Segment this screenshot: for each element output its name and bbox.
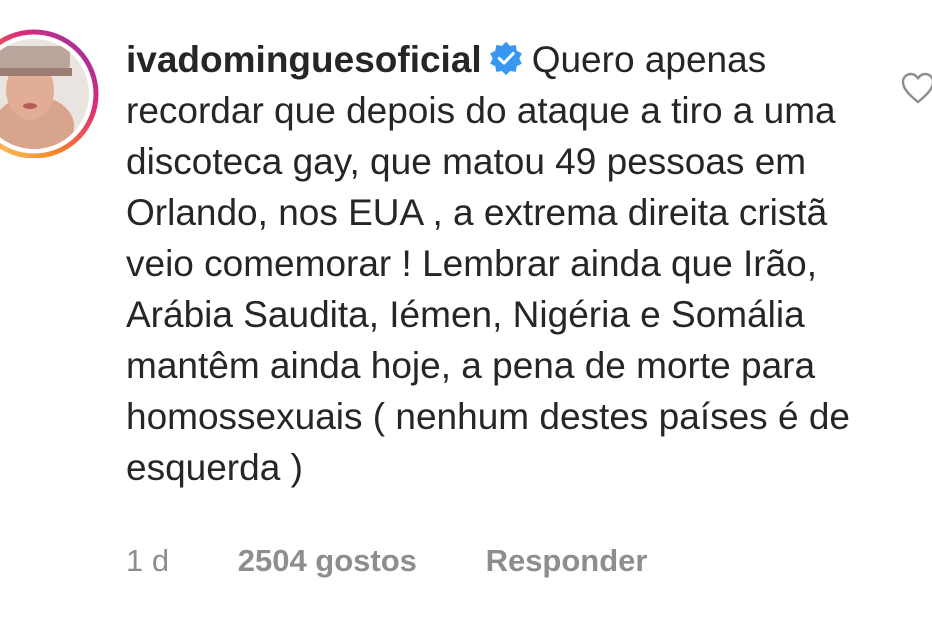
comment-text: Quero apenas recordar que depois do ataq… [126, 39, 850, 488]
comment-timestamp: 1 d [126, 543, 170, 578]
username-link[interactable]: ivadominguesoficial [126, 39, 482, 80]
likes-count-link[interactable]: 2504 gostos [238, 543, 417, 578]
reply-button[interactable]: Responder [486, 543, 648, 578]
comment-meta: 1 d 2504 gostos Responder [126, 541, 647, 581]
verified-badge-icon [489, 41, 522, 76]
heart-outline-icon[interactable] [900, 71, 932, 105]
comment-body: ivadominguesoficial Quero apenas recorda… [126, 34, 876, 493]
profile-avatar[interactable] [0, 28, 100, 158]
